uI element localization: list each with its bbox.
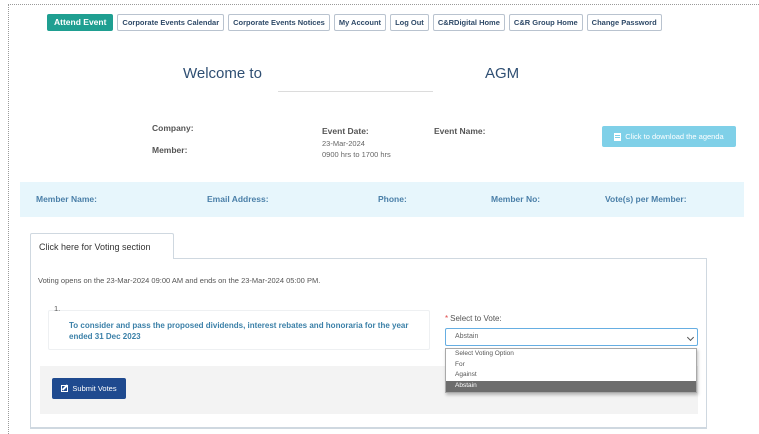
event-time-value: 0900 hrs to 1700 hrs xyxy=(322,150,391,159)
nav-attend-event[interactable]: Attend Event xyxy=(47,14,114,31)
member-details-header: Member Name: Email Address: Phone: Membe… xyxy=(20,182,744,217)
voting-window-text: Voting opens on the 23-Mar-2024 09:00 AM… xyxy=(38,276,321,285)
nav-cr-group-home[interactable]: C&R Group Home xyxy=(508,14,583,31)
company-label: Company: xyxy=(152,123,194,133)
email-address-header: Email Address: xyxy=(207,194,269,204)
nav-crdigital-home[interactable]: C&RDigital Home xyxy=(432,14,505,31)
resolution-number: 1. xyxy=(54,304,61,313)
nav-log-out[interactable]: Log Out xyxy=(390,14,429,31)
submit-votes-label: Submit Votes xyxy=(72,384,117,393)
nav-my-account[interactable]: My Account xyxy=(333,14,387,31)
event-date-label: Event Date: xyxy=(322,126,369,136)
nav-corporate-events-notices[interactable]: Corporate Events Notices xyxy=(228,14,330,31)
vote-option-against[interactable]: Against xyxy=(446,370,696,381)
vote-select-value: Abstain xyxy=(455,333,479,340)
resolution-text: To consider and pass the proposed divide… xyxy=(69,321,409,341)
voting-section-tab[interactable]: Click here for Voting section xyxy=(30,233,174,259)
event-name-label: Event Name: xyxy=(434,126,486,136)
event-title: AGM xyxy=(485,65,520,82)
voting-panel: Voting opens on the 23-Mar-2024 09:00 AM… xyxy=(30,258,707,429)
vote-select[interactable]: Abstain xyxy=(445,328,698,346)
select-vote-label-text: Select to Vote: xyxy=(450,314,502,323)
member-no-header: Member No: xyxy=(491,194,541,204)
vote-option-for[interactable]: For xyxy=(446,360,696,371)
vote-option-abstain[interactable]: Abstain xyxy=(446,381,696,392)
submit-votes-button[interactable]: Submit Votes xyxy=(52,378,126,399)
member-label: Member: xyxy=(152,145,188,155)
required-marker: * xyxy=(445,314,449,323)
document-icon xyxy=(614,132,622,141)
member-name-header: Member Name: xyxy=(36,194,97,204)
edit-icon xyxy=(61,385,69,392)
event-date-value: 23-Mar-2024 xyxy=(322,139,365,148)
nav-corporate-events-calendar[interactable]: Corporate Events Calendar xyxy=(117,14,225,31)
vote-options-list: Select Voting Option For Against Abstain xyxy=(445,348,697,393)
top-nav: Attend Event Corporate Events Calendar C… xyxy=(47,14,662,31)
download-agenda-label: Click to download the agenda xyxy=(625,132,724,141)
chevron-down-icon xyxy=(686,333,695,342)
vote-option-select[interactable]: Select Voting Option xyxy=(446,349,696,360)
welcome-heading: Welcome to xyxy=(183,65,262,82)
nav-change-password[interactable]: Change Password xyxy=(586,14,662,31)
votes-per-member-header: Vote(s) per Member: xyxy=(605,194,687,204)
welcome-divider xyxy=(278,91,433,92)
download-agenda-button[interactable]: Click to download the agenda xyxy=(602,126,736,147)
select-vote-label: * Select to Vote: xyxy=(445,314,502,323)
phone-header: Phone: xyxy=(378,194,407,204)
